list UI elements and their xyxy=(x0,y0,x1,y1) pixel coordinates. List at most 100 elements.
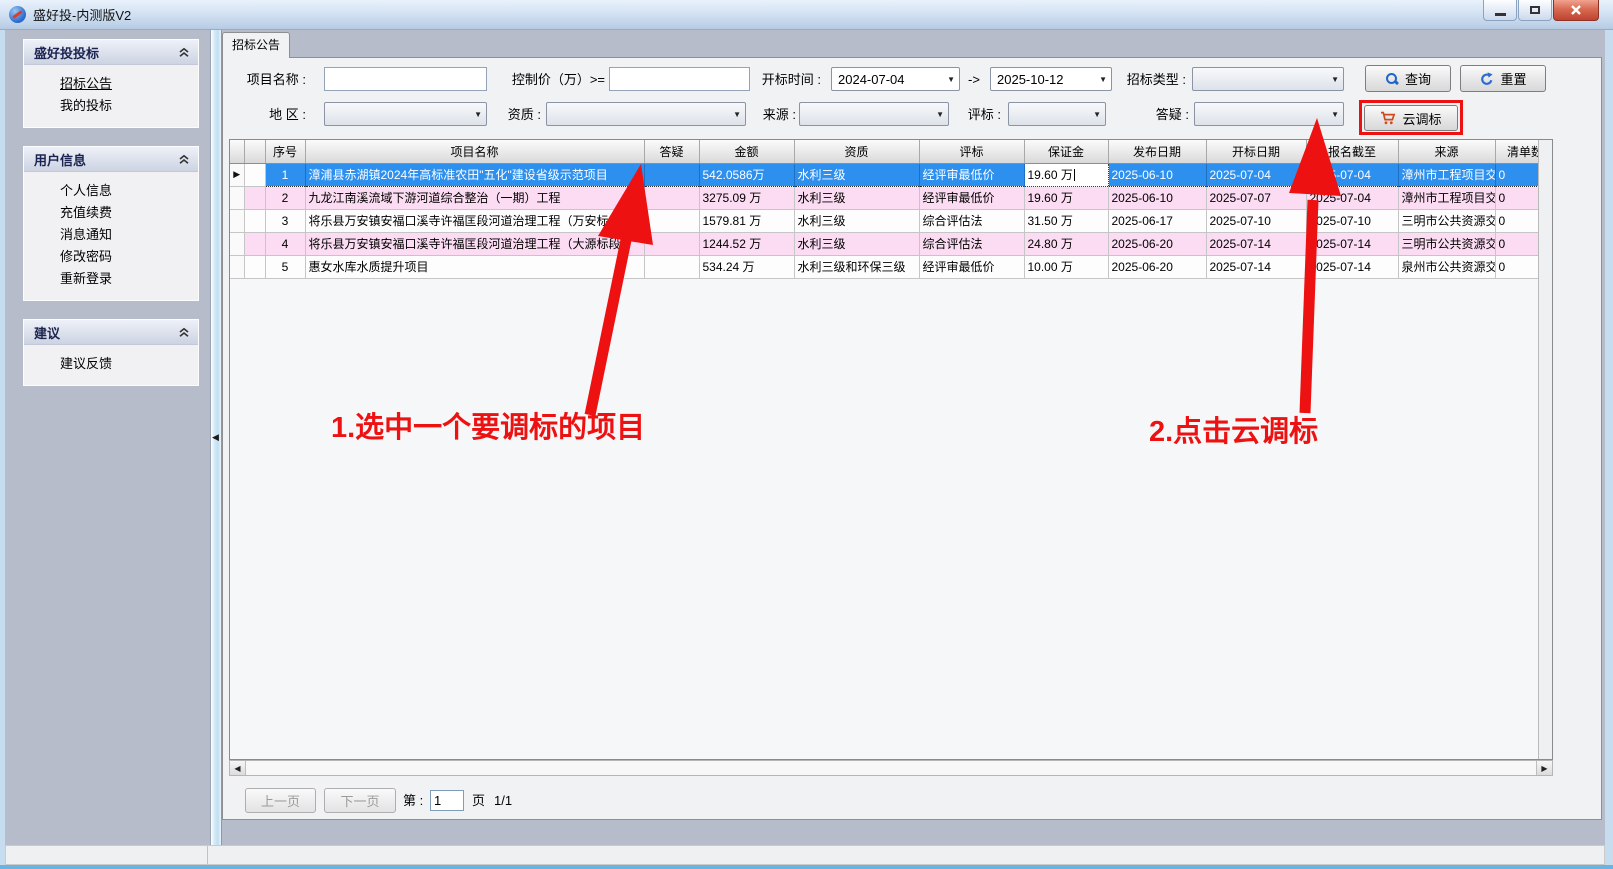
grid-horizontal-scrollbar[interactable]: ◀ ▶ xyxy=(229,760,1553,776)
evaluation-label: 评标 : xyxy=(961,102,1001,128)
qa-select[interactable]: ▼ xyxy=(1194,102,1344,126)
page-suffix-label: 页 xyxy=(472,789,485,813)
cell-qual: 水利三级 xyxy=(794,163,919,186)
table-row[interactable]: 5惠女水库水质提升项目534.24 万水利三级和环保三级经评审最低价10.00 … xyxy=(230,255,1538,278)
sidebar-group-header[interactable]: 盛好投投标 xyxy=(24,40,198,65)
cell-lists: 0 xyxy=(1495,186,1538,209)
sidebar-group-header[interactable]: 用户信息 xyxy=(24,147,198,172)
date-from-select[interactable]: 2024-07-04 ▼ xyxy=(831,67,960,91)
next-page-button[interactable]: 下一页 xyxy=(324,788,396,813)
scroll-left-icon[interactable]: ◀ xyxy=(230,761,246,775)
chevron-down-icon: ▼ xyxy=(947,75,955,85)
cloud-bid-button[interactable]: 云调标 xyxy=(1364,105,1458,131)
row-spacer xyxy=(244,209,265,232)
collapse-chevrons-icon[interactable] xyxy=(178,327,190,338)
column-header[interactable]: 资质 xyxy=(794,140,919,163)
date-range-arrow: -> xyxy=(968,67,980,93)
sidebar-splitter[interactable]: ◀ xyxy=(210,30,222,845)
grid-table: 序号项目名称答疑金额资质评标保证金发布日期开标日期报名截至来源清单数▶1漳浦县赤… xyxy=(230,140,1538,279)
column-header[interactable]: 来源 xyxy=(1398,140,1495,163)
cell-open: 2025-07-14 xyxy=(1206,232,1306,255)
cell-deposit: 19.60 万 xyxy=(1024,186,1108,209)
table-row[interactable]: 3将乐县万安镇安福口溪寺许福匡段河道治理工程（万安标段）1579.81 万水利三… xyxy=(230,209,1538,232)
project-name-input[interactable] xyxy=(324,67,487,91)
window-title: 盛好投-内测版V2 xyxy=(33,5,131,24)
cell-amount: 1579.81 万 xyxy=(699,209,794,232)
region-label: 地 区 : xyxy=(243,102,306,128)
cell-qa xyxy=(644,209,699,232)
column-header[interactable]: 评标 xyxy=(919,140,1024,163)
app-icon xyxy=(9,6,26,23)
cell-publish: 2025-06-17 xyxy=(1108,209,1206,232)
cell-seq: 1 xyxy=(265,163,305,186)
sidebar-item[interactable]: 个人信息 xyxy=(24,180,198,202)
close-button[interactable] xyxy=(1553,0,1599,21)
search-icon xyxy=(1385,72,1399,86)
chevron-down-icon: ▼ xyxy=(1099,75,1107,85)
table-row[interactable]: 4将乐县万安镇安福口溪寺许福匡段河道治理工程（大源标段）1244.52 万水利三… xyxy=(230,232,1538,255)
column-header[interactable]: 答疑 xyxy=(644,140,699,163)
cell-deposit: 10.00 万 xyxy=(1024,255,1108,278)
cell-amount: 534.24 万 xyxy=(699,255,794,278)
minimize-button[interactable] xyxy=(1483,0,1517,21)
sidebar-item[interactable]: 招标公告 xyxy=(24,73,198,95)
page-number-input[interactable] xyxy=(430,790,464,811)
sidebar-item[interactable]: 我的投标 xyxy=(24,95,198,117)
evaluation-select[interactable]: ▼ xyxy=(1008,102,1106,126)
cell-qual: 水利三级 xyxy=(794,209,919,232)
client-area: 盛好投投标招标公告我的投标用户信息个人信息充值续费消息通知修改密码重新登录建议建… xyxy=(0,30,1613,845)
sidebar-group-title: 建议 xyxy=(34,323,60,342)
open-time-label: 开标时间 : xyxy=(757,67,821,93)
sidebar-item[interactable]: 消息通知 xyxy=(24,224,198,246)
cell-deadline: 2025-07-14 xyxy=(1306,232,1398,255)
row-indicator xyxy=(230,186,244,209)
grid-vertical-scrollbar[interactable] xyxy=(1538,140,1552,759)
sidebar-group: 建议建议反馈 xyxy=(24,320,198,385)
cell-deposit: 19.60 万 xyxy=(1024,163,1108,186)
date-to-select[interactable]: 2025-10-12 ▼ xyxy=(990,67,1112,91)
cell-qa xyxy=(644,255,699,278)
prev-page-button[interactable]: 上一页 xyxy=(245,788,316,813)
table-row[interactable]: ▶1漳浦县赤湖镇2024年高标准农田"五化"建设省级示范项目542.0586万水… xyxy=(230,163,1538,186)
cell-eval: 经评审最低价 xyxy=(919,255,1024,278)
collapse-chevrons-icon[interactable] xyxy=(178,47,190,58)
cell-source: 三明市公共资源交 xyxy=(1398,209,1495,232)
scroll-track[interactable] xyxy=(246,761,1536,775)
qa-label: 答疑 : xyxy=(1150,102,1189,128)
row-indicator xyxy=(230,255,244,278)
page-total-label: 1/1 xyxy=(494,789,512,813)
column-header[interactable]: 清单数 xyxy=(1495,140,1538,163)
control-price-input[interactable] xyxy=(609,67,750,91)
sidebar-item[interactable]: 重新登录 xyxy=(24,268,198,290)
query-button[interactable]: 查询 xyxy=(1365,65,1451,92)
tender-type-select[interactable]: ▼ xyxy=(1192,67,1344,91)
reset-button[interactable]: 重置 xyxy=(1460,65,1546,92)
sidebar-item[interactable]: 充值续费 xyxy=(24,202,198,224)
table-row[interactable]: 2九龙江南溪流域下游河道综合整治（一期）工程3275.09 万水利三级经评审最低… xyxy=(230,186,1538,209)
maximize-button[interactable] xyxy=(1518,0,1552,21)
qualification-select[interactable]: ▼ xyxy=(546,102,746,126)
tab-bid-announcements[interactable]: 招标公告 xyxy=(222,32,290,58)
page-number-label: 第 : xyxy=(403,789,423,813)
sidebar-item[interactable]: 建议反馈 xyxy=(24,353,198,375)
column-header[interactable]: 项目名称 xyxy=(305,140,644,163)
column-header[interactable]: 发布日期 xyxy=(1108,140,1206,163)
sidebar-item[interactable]: 修改密码 xyxy=(24,246,198,268)
splitter-collapse-icon[interactable]: ◀ xyxy=(212,432,219,443)
cell-qual: 水利三级 xyxy=(794,232,919,255)
column-header[interactable]: 开标日期 xyxy=(1206,140,1306,163)
column-header[interactable]: 保证金 xyxy=(1024,140,1108,163)
scroll-right-icon[interactable]: ▶ xyxy=(1536,761,1552,775)
source-select[interactable]: ▼ xyxy=(799,102,949,126)
region-select[interactable]: ▼ xyxy=(324,102,487,126)
chevron-down-icon: ▼ xyxy=(936,110,944,120)
grid-viewport: 序号项目名称答疑金额资质评标保证金发布日期开标日期报名截至来源清单数▶1漳浦县赤… xyxy=(230,140,1538,759)
column-header[interactable]: 金额 xyxy=(699,140,794,163)
column-header[interactable]: 序号 xyxy=(265,140,305,163)
column-header[interactable]: 报名截至 xyxy=(1306,140,1398,163)
cell-open: 2025-07-14 xyxy=(1206,255,1306,278)
collapse-chevrons-icon[interactable] xyxy=(178,154,190,165)
sidebar-group-header[interactable]: 建议 xyxy=(24,320,198,345)
source-label: 来源 : xyxy=(757,102,796,128)
titlebar: 盛好投-内测版V2 xyxy=(0,0,1613,30)
